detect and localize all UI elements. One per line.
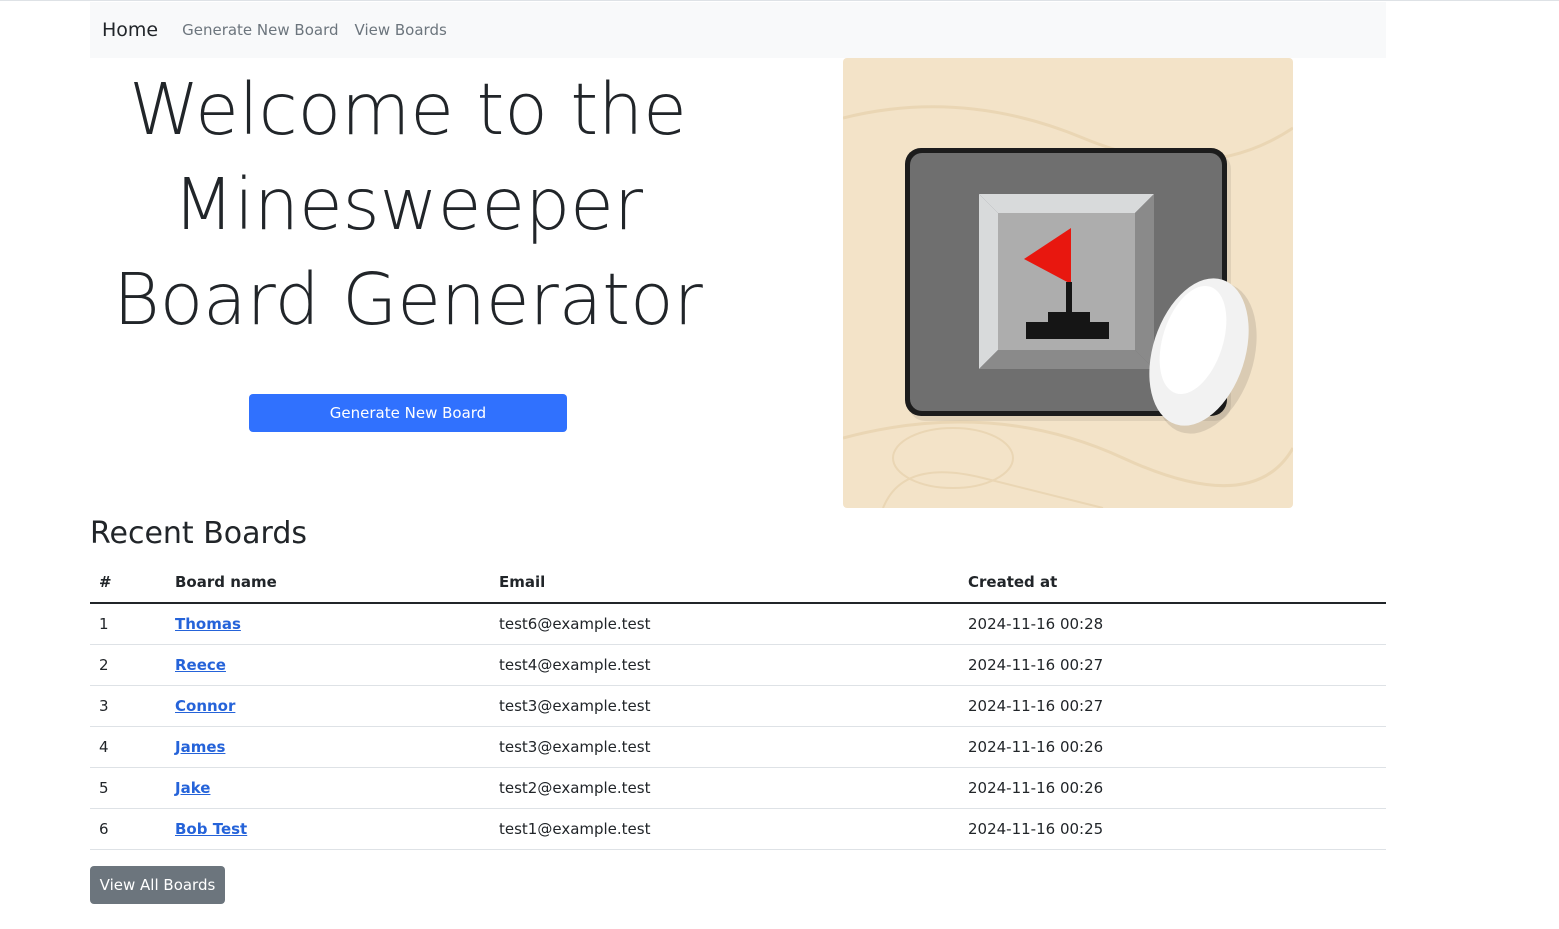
page-title: Welcome to the Minesweeper Board Generat… <box>90 62 726 347</box>
minesweeper-mousepad-image <box>843 58 1293 508</box>
navbar: Home Generate New Board View Boards <box>90 2 1386 58</box>
created-at-cell: 2024-11-16 00:28 <box>959 603 1386 645</box>
email-cell: test4@example.test <box>490 644 959 686</box>
column-header-created-at: Created at <box>959 562 1386 604</box>
email-cell: test3@example.test <box>490 726 959 768</box>
table-row: 1 Thomas test6@example.test 2024-11-16 0… <box>90 603 1386 645</box>
board-name-cell: Reece <box>166 644 490 686</box>
view-all-boards-button[interactable]: View All Boards <box>90 866 225 904</box>
table-row: 4 James test3@example.test 2024-11-16 00… <box>90 726 1386 768</box>
email-cell: test2@example.test <box>490 767 959 809</box>
row-number: 6 <box>90 808 166 850</box>
row-number: 5 <box>90 767 166 809</box>
column-header-email: Email <box>490 562 959 604</box>
board-name-link[interactable]: Bob Test <box>175 820 247 838</box>
top-border <box>0 0 1559 1</box>
recent-boards-table: # Board name Email Created at 1 Thomas t… <box>90 562 1386 850</box>
created-at-cell: 2024-11-16 00:25 <box>959 808 1386 850</box>
created-at-cell: 2024-11-16 00:27 <box>959 644 1386 686</box>
board-name-link[interactable]: Connor <box>175 697 235 715</box>
table-row: 6 Bob Test test1@example.test 2024-11-16… <box>90 808 1386 850</box>
board-name-cell: Jake <box>166 767 490 809</box>
email-cell: test3@example.test <box>490 685 959 727</box>
nav-generate-new-board-link[interactable]: Generate New Board <box>182 21 338 39</box>
board-name-cell: James <box>166 726 490 768</box>
nav-home-link[interactable]: Home <box>102 19 158 41</box>
created-at-cell: 2024-11-16 00:26 <box>959 767 1386 809</box>
row-number: 4 <box>90 726 166 768</box>
board-name-link[interactable]: James <box>175 738 225 756</box>
generate-new-board-button[interactable]: Generate New Board <box>249 394 567 432</box>
row-number: 3 <box>90 685 166 727</box>
page-title-line-3: Board Generator <box>113 258 703 341</box>
email-cell: test1@example.test <box>490 808 959 850</box>
column-header-board-name: Board name <box>166 562 490 604</box>
table-row: 5 Jake test2@example.test 2024-11-16 00:… <box>90 767 1386 809</box>
board-name-link[interactable]: Reece <box>175 656 226 674</box>
created-at-cell: 2024-11-16 00:27 <box>959 685 1386 727</box>
board-name-link[interactable]: Jake <box>175 779 210 797</box>
table-row: 3 Connor test3@example.test 2024-11-16 0… <box>90 685 1386 727</box>
board-name-cell: Thomas <box>166 603 490 645</box>
board-name-cell: Bob Test <box>166 808 490 850</box>
page-title-line-1: Welcome to the <box>129 68 687 151</box>
email-cell: test6@example.test <box>490 603 959 645</box>
recent-boards-title: Recent Boards <box>90 516 308 551</box>
table-header-row: # Board name Email Created at <box>90 562 1386 604</box>
row-number: 2 <box>90 644 166 686</box>
created-at-cell: 2024-11-16 00:26 <box>959 726 1386 768</box>
nav-view-boards-link[interactable]: View Boards <box>355 21 447 39</box>
board-name-link[interactable]: Thomas <box>175 615 241 633</box>
row-number: 1 <box>90 603 166 645</box>
column-header-number: # <box>90 562 166 604</box>
page-title-line-2: Minesweeper <box>172 163 644 246</box>
board-name-cell: Connor <box>166 685 490 727</box>
table-row: 2 Reece test4@example.test 2024-11-16 00… <box>90 644 1386 686</box>
